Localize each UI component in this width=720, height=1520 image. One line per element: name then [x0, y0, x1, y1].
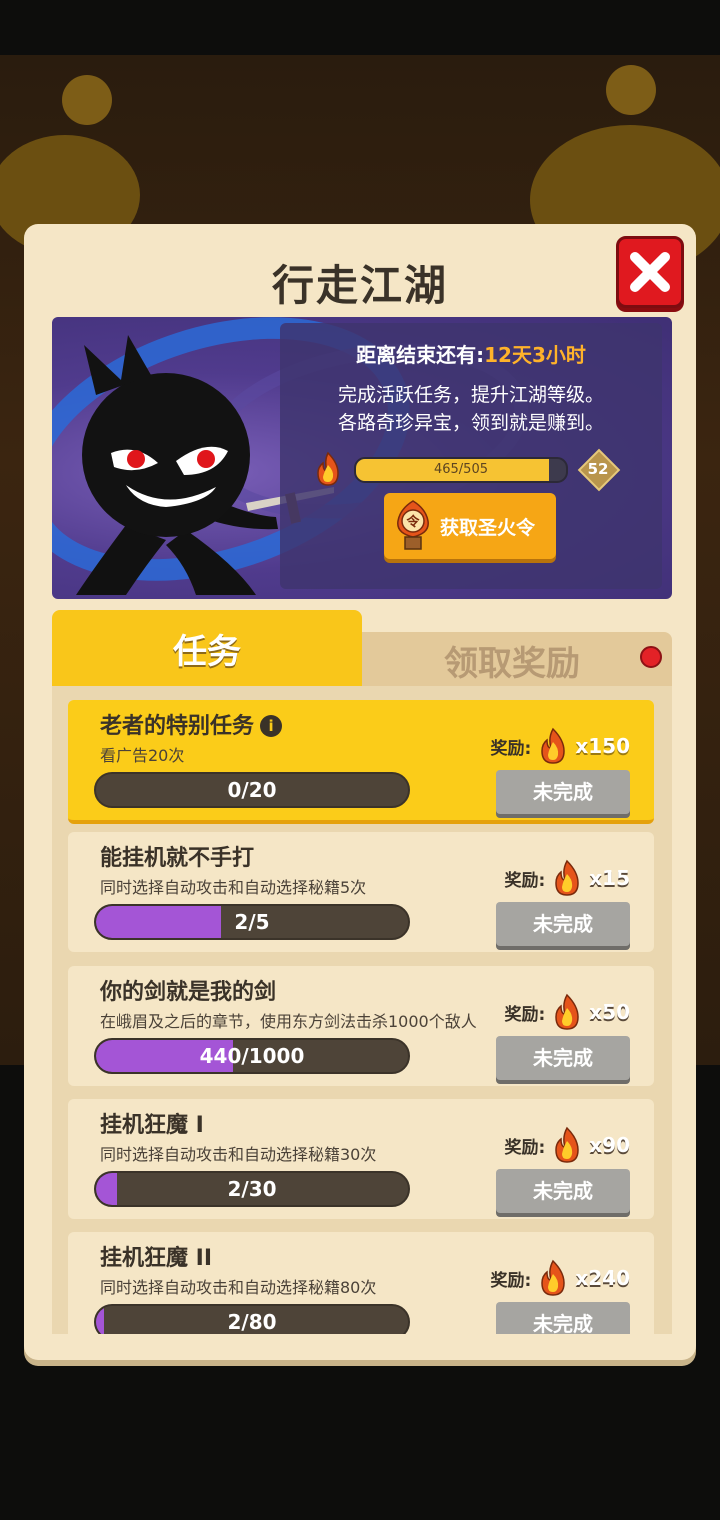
get-button-label: 获取圣火令 [440, 516, 536, 539]
task-progress-text: 2/30 [227, 1177, 277, 1201]
task-card: 能挂机就不手打同时选择自动攻击和自动选择秘籍5次 2/5 奖励: x15 未完成 [68, 832, 654, 952]
gold-ball-decoration [606, 65, 656, 115]
reward-label: 奖励: [504, 1137, 546, 1158]
tab-tasks[interactable]: 任务 [52, 610, 362, 690]
tab-bar: 任务 领取奖励 [52, 610, 672, 690]
task-title: 能挂机就不手打 [100, 846, 255, 871]
level-progress-row: 465/505 52 [312, 448, 630, 492]
task-progress-bar: 2/5 [94, 904, 410, 940]
task-description: 同时选择自动攻击和自动选择秘籍5次 [100, 878, 367, 897]
task-list[interactable]: 老者的特别任务 i 看广告20次 0/20 奖励: x150 未完成 能挂机就不手打 同时选择自… [52, 686, 672, 1334]
fire-icon [555, 993, 580, 1030]
task-reward: 奖励: x90 [504, 1125, 630, 1165]
task-description: 同时选择自动攻击和自动选择秘籍80次 [100, 1278, 377, 1297]
task-progress-bar: 0/20 [94, 772, 410, 808]
token-icon-char: 令 [406, 514, 420, 530]
task-status-button[interactable]: 未完成 [496, 1036, 630, 1080]
task-progress-text: 0/20 [227, 778, 277, 802]
fire-icon [541, 1259, 566, 1296]
event-banner: 距离结束还有:12天3小时 完成活跃任务，提升江湖等级。 各路奇珍异宝，领到就是… [52, 317, 672, 599]
reward-quantity: x90 [589, 1133, 630, 1157]
task-reward: 奖励: x50 [504, 992, 630, 1032]
task-status-button[interactable]: 未完成 [496, 1169, 630, 1213]
close-icon [630, 252, 670, 292]
fire-icon [555, 859, 580, 896]
task-description: 在峨眉及之后的章节，使用东方剑法击杀1000个敌人 [100, 1012, 477, 1031]
fire-icon [317, 451, 339, 486]
info-icon[interactable]: i [260, 715, 283, 737]
countdown-label: 距离结束还有: [356, 343, 485, 367]
level-progress-text: 465/505 [433, 462, 488, 477]
task-reward: 奖励: x240 [491, 1258, 630, 1298]
reward-label: 奖励: [490, 1270, 532, 1291]
task-status-button[interactable]: 未完成 [496, 1302, 630, 1334]
close-button[interactable] [616, 236, 684, 308]
reward-quantity: x240 [575, 1266, 630, 1290]
level-badge: 52 [577, 448, 621, 492]
reward-label: 奖励: [504, 1004, 546, 1025]
event-countdown: 距离结束还有:12天3小时 [280, 339, 662, 368]
fire-icon [541, 727, 566, 764]
task-title: 你的剑就是我的剑 [100, 980, 277, 1005]
task-card: 老者的特别任务 i 看广告20次 0/20 奖励: x150 未完成 [68, 700, 654, 824]
task-progress-text: 2/5 [234, 910, 270, 934]
task-progress-text: 2/80 [227, 1310, 277, 1334]
reward-label: 奖励: [504, 870, 546, 891]
event-description: 完成活跃任务，提升江湖等级。 各路奇珍异宝，领到就是赚到。 [280, 381, 662, 437]
description-line: 各路奇珍异宝，领到就是赚到。 [337, 412, 604, 434]
countdown-value: 12天3小时 [484, 343, 586, 367]
tab-label: 领取奖励 [444, 644, 580, 684]
description-line: 完成活跃任务，提升江湖等级。 [337, 384, 604, 406]
get-holy-fire-token-button[interactable]: 令 获取圣火令 [384, 493, 556, 559]
gold-ball-decoration [62, 75, 112, 125]
task-description: 看广告20次 [100, 746, 185, 765]
tab-label: 任务 [173, 632, 241, 672]
task-progress-bar: 2/30 [94, 1171, 410, 1207]
task-title: 老者的特别任务 i [100, 708, 283, 740]
reward-quantity: x50 [589, 1000, 630, 1024]
task-card: 挂机狂魔 II 同时选择自动攻击和自动选择秘籍80次 2/80 奖励: x240 未完成 [68, 1232, 654, 1334]
task-status-button[interactable]: 未完成 [496, 770, 630, 814]
token-icon: 令 [397, 500, 429, 550]
reward-label: 奖励: [490, 738, 532, 759]
task-status-button[interactable]: 未完成 [496, 902, 630, 946]
reward-quantity: x15 [589, 866, 630, 890]
dialog-panel: 行走江湖 距离结束还有:12天3小时 完成活跃任务，提升江湖等级。 各路奇珍异宝… [24, 224, 696, 1360]
reward-quantity: x150 [575, 734, 630, 758]
task-card: 你的剑就是我的剑在峨眉及之后的章节，使用东方剑法击杀1000个敌人 440/100… [68, 966, 654, 1086]
level-progress-bar: 465/505 [354, 457, 568, 483]
task-title: 挂机狂魔 I [100, 1113, 204, 1138]
level-number: 52 [587, 460, 609, 478]
tab-claim-rewards[interactable]: 领取奖励 [362, 632, 672, 690]
dialog-title: 行走江湖 [271, 261, 448, 310]
event-info-box: 距离结束还有:12天3小时 完成活跃任务，提升江湖等级。 各路奇珍异宝，领到就是… [280, 323, 662, 589]
task-title: 挂机狂魔 II [100, 1246, 213, 1271]
task-reward: 奖励: x150 [491, 726, 630, 766]
task-card: 挂机狂魔 I 同时选择自动攻击和自动选择秘籍30次 2/30 奖励: x90 未完成 [68, 1099, 654, 1219]
fire-icon [555, 1126, 580, 1163]
task-progress-bar: 440/1000 [94, 1038, 410, 1074]
task-progress-bar: 2/80 [94, 1304, 410, 1334]
task-description: 同时选择自动攻击和自动选择秘籍30次 [100, 1145, 377, 1164]
task-progress-text: 440/1000 [199, 1044, 305, 1068]
notification-dot [640, 646, 662, 668]
task-reward: 奖励: x15 [504, 858, 630, 898]
